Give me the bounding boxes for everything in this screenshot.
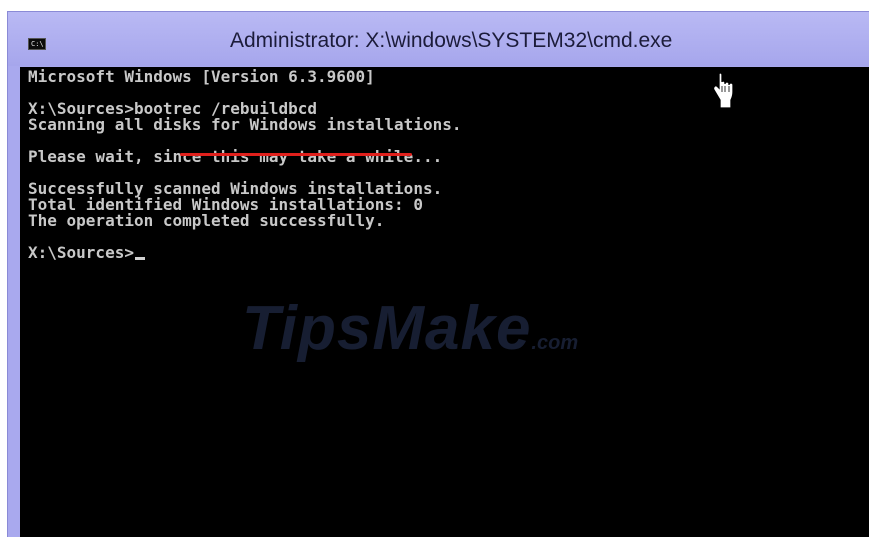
- console-line-wait: Please wait, since this may take a while…: [28, 147, 443, 166]
- watermark-suffix: .com: [531, 332, 579, 354]
- console-line-scanning: Scanning all disks for Windows installat…: [28, 115, 462, 134]
- screenshot-frame: C:\ Administrator: X:\windows\SYSTEM32\c…: [0, 0, 869, 537]
- window-title: Administrator: X:\windows\SYSTEM32\cmd.e…: [230, 29, 673, 52]
- cmd-icon-label: C:\: [31, 40, 44, 48]
- command-highlight-underline: [180, 153, 412, 156]
- title-bar[interactable]: C:\ Administrator: X:\windows\SYSTEM32\c…: [8, 12, 869, 66]
- watermark: TipsMake.com: [242, 293, 578, 364]
- console-line-completed: The operation completed successfully.: [28, 211, 385, 230]
- watermark-main: TipsMake: [242, 294, 532, 363]
- console-output[interactable]: TipsMake.com Microsoft Windows [Version …: [20, 67, 869, 537]
- console-line-prompt[interactable]: X:\Sources>: [28, 245, 461, 261]
- hand-pointer-icon: [712, 72, 734, 109]
- console-lines: Microsoft Windows [Version 6.3.9600] X:\…: [28, 69, 461, 261]
- cmd-window: C:\ Administrator: X:\windows\SYSTEM32\c…: [7, 11, 869, 537]
- console-line-version: Microsoft Windows [Version 6.3.9600]: [28, 67, 375, 86]
- text-cursor: [134, 257, 145, 260]
- prompt-text: X:\Sources>: [28, 243, 134, 262]
- cmd-icon[interactable]: C:\: [28, 38, 46, 50]
